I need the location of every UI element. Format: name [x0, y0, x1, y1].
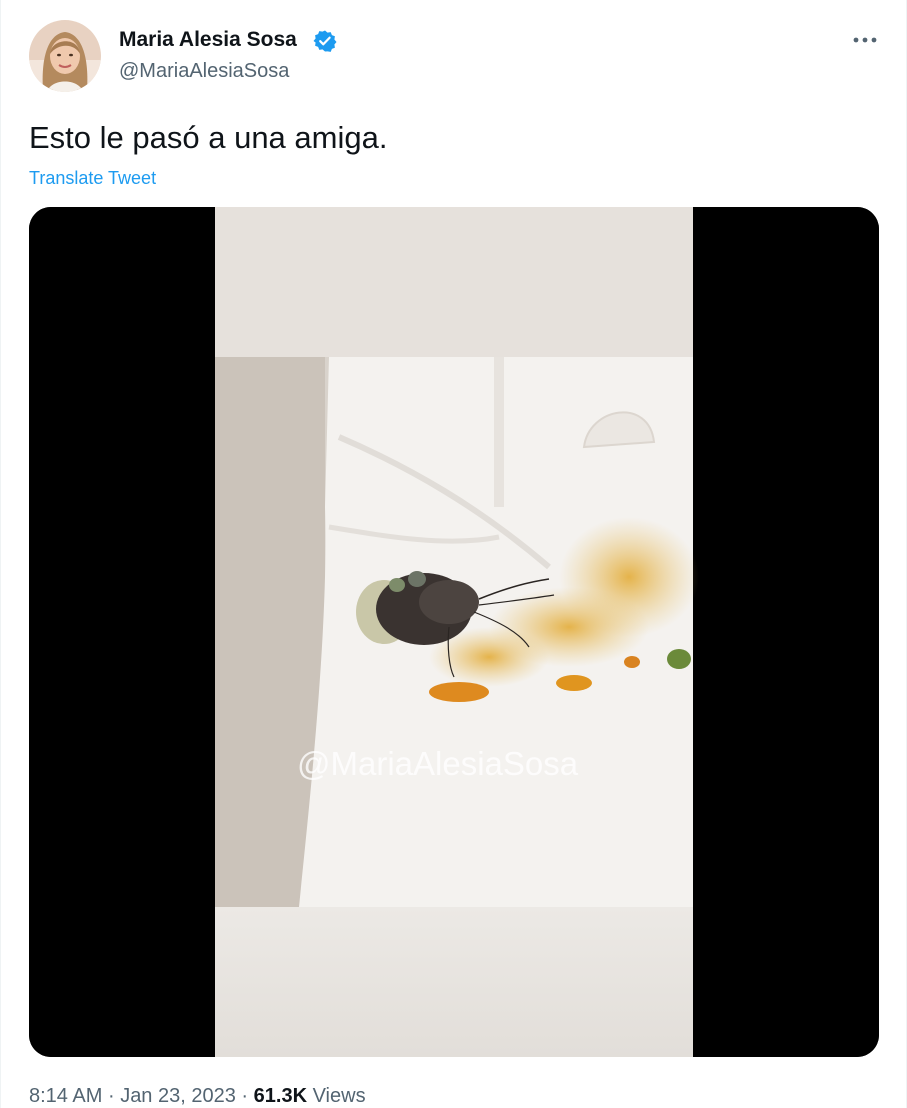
- meta-separator: ·: [241, 1085, 249, 1107]
- translate-tweet-link[interactable]: Translate Tweet: [29, 166, 156, 190]
- user-handle[interactable]: @MariaAlesiaSosa: [119, 59, 289, 83]
- meta-separator: ·: [107, 1085, 115, 1107]
- tweet-video[interactable]: @MariaAlesiaSosa: [29, 207, 879, 1057]
- tweet-text: Esto le pasó a una amiga.: [29, 120, 388, 155]
- video-watermark: @MariaAlesiaSosa: [297, 745, 579, 782]
- display-name[interactable]: Maria Alesia Sosa: [119, 27, 297, 53]
- views-count: 61.3K: [253, 1085, 308, 1107]
- tweet-card: Maria Alesia Sosa @MariaAlesiaSosa Esto …: [0, 0, 907, 1108]
- tweet-time[interactable]: 8:14 AM: [29, 1085, 102, 1107]
- avatar[interactable]: [29, 20, 101, 92]
- more-horizontal-icon[interactable]: [847, 26, 883, 54]
- video-frame: [29, 207, 879, 1057]
- verified-badge-icon: [313, 29, 337, 53]
- tweet-meta: 8:14 AM · Jan 23, 2023 · 61.3K Views: [29, 1084, 366, 1108]
- views-label: Views: [312, 1085, 366, 1107]
- tweet-date[interactable]: Jan 23, 2023: [120, 1085, 236, 1107]
